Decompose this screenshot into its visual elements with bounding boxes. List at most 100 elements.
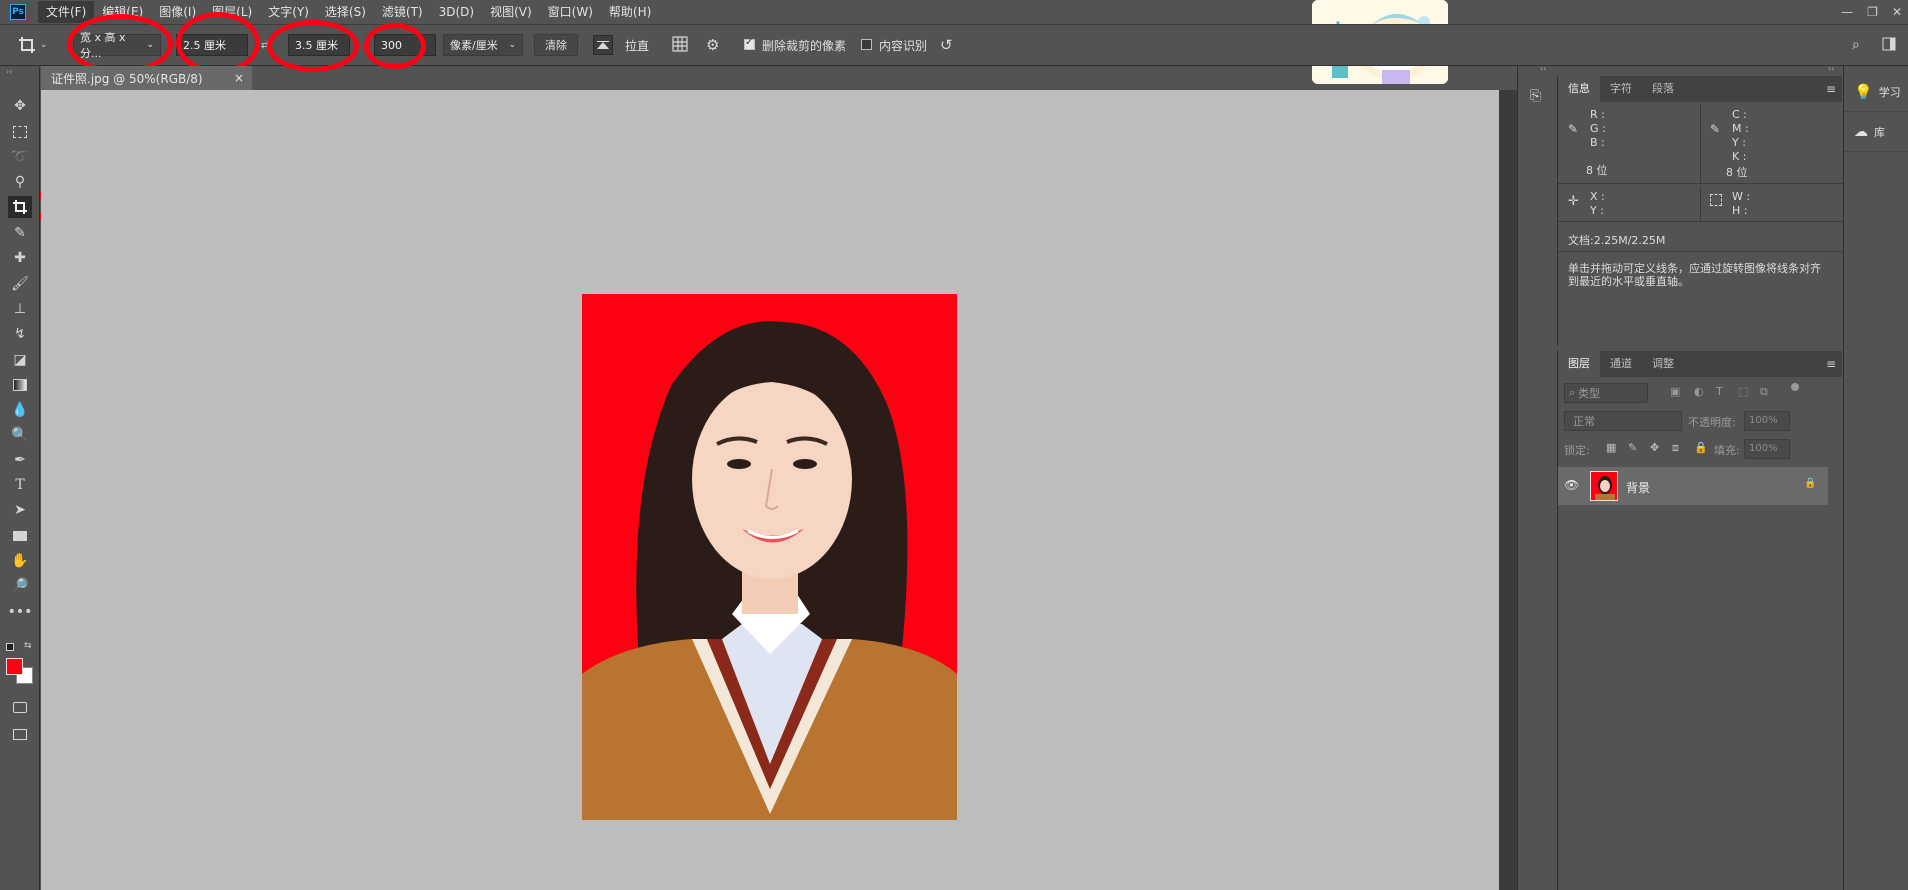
- menu-type[interactable]: 文字(Y): [260, 1, 317, 23]
- canvas-area[interactable]: [41, 90, 1499, 890]
- document-tab[interactable]: 证件照.jpg @ 50%(RGB/8) ×: [41, 66, 252, 90]
- position-readout: ✛ X : Y : W : H :: [1558, 186, 1843, 222]
- tab-layers[interactable]: 图层: [1558, 351, 1600, 377]
- straighten-icon[interactable]: [593, 35, 613, 55]
- collapse-icon[interactable]: ››: [6, 67, 12, 76]
- eyedropper-tool-icon[interactable]: ✎: [8, 222, 32, 244]
- filter-shape-icon[interactable]: ⬚: [1738, 385, 1748, 398]
- chevron-down-icon: ⌄: [508, 40, 516, 50]
- quick-mask-icon[interactable]: [8, 696, 32, 718]
- lasso-tool-icon[interactable]: ➰: [8, 146, 32, 168]
- swap-icon[interactable]: ⇄: [261, 40, 269, 51]
- tab-character[interactable]: 字符: [1600, 76, 1642, 102]
- tab-info[interactable]: 信息: [1558, 76, 1600, 102]
- menu-3d[interactable]: 3D(D): [431, 1, 482, 23]
- restore-button[interactable]: ❐: [1867, 5, 1878, 19]
- menu-window[interactable]: 窗口(W): [540, 1, 601, 23]
- tab-channels[interactable]: 通道: [1600, 351, 1642, 377]
- blend-mode-select[interactable]: 正常: [1564, 411, 1682, 431]
- close-document-icon[interactable]: ×: [234, 71, 244, 85]
- filter-smart-object-icon[interactable]: ⧉: [1760, 385, 1768, 399]
- resolution-input[interactable]: 300: [374, 34, 436, 56]
- rectangle-tool-icon[interactable]: [8, 525, 32, 547]
- menu-view[interactable]: 视图(V): [482, 1, 540, 23]
- eraser-tool-icon[interactable]: ◪: [8, 349, 32, 371]
- lock-position-icon[interactable]: ✥: [1650, 441, 1659, 454]
- history-brush-tool-icon[interactable]: ↯: [8, 323, 32, 345]
- menu-layer[interactable]: 图层(L): [204, 1, 260, 23]
- blur-tool-icon[interactable]: 💧: [8, 399, 32, 421]
- swap-colors-icon[interactable]: ⇆: [24, 641, 32, 651]
- straighten-label[interactable]: 拉直: [625, 37, 649, 54]
- search-icon[interactable]: ⌕: [1852, 37, 1860, 53]
- lock-image-icon[interactable]: ✎: [1628, 441, 1637, 454]
- workspace-icon[interactable]: [1882, 37, 1896, 54]
- layer-row[interactable]: 👁 背景 🔒: [1558, 467, 1828, 505]
- lock-artboard-icon[interactable]: ⧈: [1672, 441, 1679, 455]
- pen-tool-icon[interactable]: ✒: [8, 449, 32, 471]
- magic-wand-tool-icon[interactable]: ⚲: [8, 171, 32, 193]
- collapse-icon[interactable]: ‹‹: [1540, 64, 1546, 73]
- layer-filter-select[interactable]: ⌕ 类型: [1564, 383, 1648, 403]
- crop-tool-icon[interactable]: [8, 196, 32, 218]
- delete-cropped-label: 删除裁剪的像素: [762, 38, 847, 53]
- zoom-tool-icon[interactable]: 🔎: [8, 575, 32, 597]
- screen-mode-icon[interactable]: [8, 723, 32, 745]
- content-aware-checkbox[interactable]: [861, 39, 872, 50]
- panel-menu-icon[interactable]: ≡: [1826, 82, 1836, 96]
- grid-overlay-icon[interactable]: [672, 35, 688, 55]
- dodge-tool-icon[interactable]: 🔍: [8, 424, 32, 446]
- eyedropper-icon[interactable]: ✎: [1568, 122, 1578, 136]
- filter-toggle-icon[interactable]: [1791, 383, 1799, 391]
- close-button[interactable]: ✕: [1892, 5, 1902, 19]
- gear-icon[interactable]: ⚙: [706, 36, 719, 54]
- lock-all-icon[interactable]: 🔒: [1694, 441, 1708, 454]
- menu-select[interactable]: 选择(S): [317, 1, 374, 23]
- clone-stamp-tool-icon[interactable]: ⊥: [8, 298, 32, 320]
- crop-ratio-select[interactable]: 宽 x 高 x 分... ⌄: [73, 31, 161, 60]
- eyedropper-icon[interactable]: ✎: [1710, 122, 1720, 136]
- menu-edit[interactable]: 编辑(E): [94, 1, 151, 23]
- layer-name: 背景: [1626, 481, 1651, 495]
- resolution-unit-select[interactable]: 像素/厘米 ⌄: [443, 34, 523, 56]
- clear-button[interactable]: 清除: [534, 34, 578, 56]
- filter-pixel-icon[interactable]: ▣: [1670, 385, 1680, 398]
- filter-adjustment-icon[interactable]: ◐: [1694, 385, 1704, 398]
- panel-menu-icon[interactable]: ≡: [1826, 357, 1836, 371]
- lock-transparent-icon[interactable]: ▦: [1606, 441, 1616, 454]
- menu-image[interactable]: 图像(I): [151, 1, 204, 23]
- delete-cropped-checkbox[interactable]: [744, 37, 755, 50]
- reset-icon[interactable]: ↺: [940, 36, 953, 54]
- healing-brush-tool-icon[interactable]: ✚: [8, 247, 32, 269]
- foreground-color-swatch[interactable]: [6, 658, 23, 675]
- marquee-tool-icon[interactable]: [8, 121, 32, 143]
- gradient-tool-icon[interactable]: [8, 374, 32, 396]
- filter-type-icon[interactable]: T: [1716, 385, 1723, 398]
- menu-filter[interactable]: 滤镜(T): [374, 1, 431, 23]
- fill-input[interactable]: 100%: [1744, 439, 1790, 459]
- collapse-icon[interactable]: ››: [1828, 64, 1834, 73]
- type-tool-icon[interactable]: T: [8, 474, 32, 496]
- document-title: 证件照.jpg @ 50%(RGB/8): [51, 71, 203, 86]
- move-tool-icon[interactable]: ✥: [8, 95, 32, 117]
- visibility-eye-icon[interactable]: 👁: [1564, 478, 1579, 492]
- hand-tool-icon[interactable]: ✋: [8, 550, 32, 572]
- opacity-input[interactable]: 100%: [1744, 411, 1790, 431]
- fill-label: 填充:: [1714, 444, 1740, 457]
- more-tools-icon[interactable]: •••: [8, 601, 33, 623]
- default-colors-icon[interactable]: [6, 643, 14, 651]
- learn-panel-button[interactable]: 💡 学习: [1844, 72, 1908, 112]
- minimize-button[interactable]: —: [1841, 5, 1853, 19]
- tab-adjustments[interactable]: 调整: [1642, 351, 1684, 377]
- libraries-panel-button[interactable]: ☁ 库: [1844, 112, 1908, 152]
- crop-width-input[interactable]: 2.5 厘米: [176, 34, 248, 56]
- history-panel-icon[interactable]: ⎘: [1530, 88, 1541, 104]
- w-label: W :: [1732, 190, 1751, 203]
- tab-paragraph[interactable]: 段落: [1642, 76, 1684, 102]
- menu-file[interactable]: 文件(F): [38, 1, 95, 23]
- crop-height-input[interactable]: 3.5 厘米: [288, 34, 350, 56]
- brush-tool-icon[interactable]: 🖌: [8, 273, 32, 295]
- path-selection-tool-icon[interactable]: ➤: [8, 499, 32, 521]
- crop-tool-preset[interactable]: ⌄: [18, 30, 62, 60]
- menu-help[interactable]: 帮助(H): [601, 1, 659, 23]
